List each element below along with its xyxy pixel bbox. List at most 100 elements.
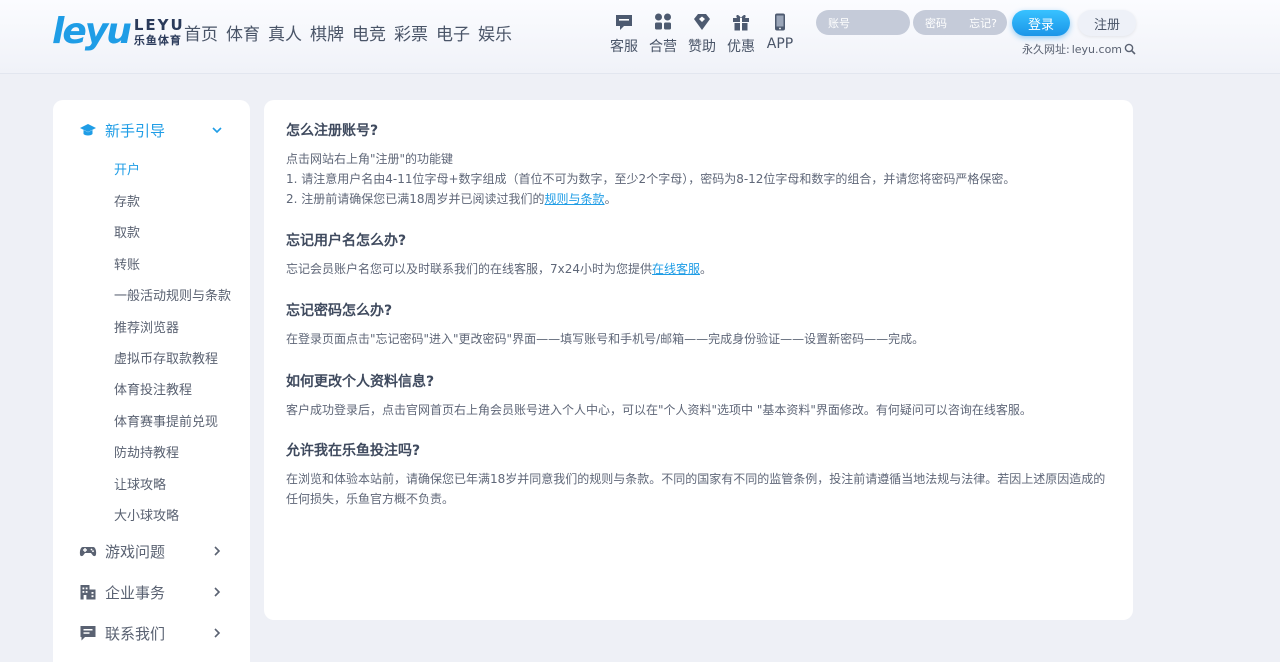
permanent-url-value[interactable]: leyu.com (1072, 43, 1122, 56)
chevron-right-icon (214, 587, 221, 597)
faq-question: 忘记用户名怎么办? (286, 233, 407, 249)
username-placeholder: 账号 (828, 16, 850, 30)
permanent-url-label: 永久网址: (1022, 43, 1070, 56)
message-icon (80, 626, 96, 641)
diamond-icon (694, 14, 710, 30)
logo-cn: 乐鱼体育 (133, 34, 182, 47)
username-input[interactable]: 账号 (816, 10, 910, 35)
guide-item-cash-out[interactable]: 体育赛事提前兑现 (114, 411, 218, 430)
guide-item-crypto[interactable]: 虚拟币存取款教程 (114, 348, 218, 367)
faq-question: 忘记密码怎么办? (286, 303, 393, 319)
nav-item-lottery[interactable]: 彩票 (394, 20, 428, 45)
help-sidebar: 新手引导 开户 存款 取款 转账 一般活动规则与条款 推荐浏览器 虚拟币存取款教… (53, 100, 250, 662)
faq-item-allowed-to-bet: 允许我在乐鱼投注吗? 在浏览和体验本站前，请确保您已年满18岁并同意我们的规则与… (286, 441, 1116, 509)
faq-answer-line: 2. 注册前请确保您已满18周岁并已阅读过我们的规则与条款。 (286, 189, 1116, 209)
faq-question: 如何更改个人资料信息? (286, 374, 435, 390)
faq-answer-line: 客户成功登录后，点击官网首页右上角会员账号进入个人中心，可以在"个人资料"选项中… (286, 403, 1032, 417)
guide-item-over-under[interactable]: 大小球攻略 (114, 505, 179, 524)
guide-item-browsers[interactable]: 推荐浏览器 (114, 317, 179, 336)
register-button[interactable]: 注册 (1078, 10, 1136, 36)
tool-support[interactable]: 客服 (604, 12, 644, 56)
faq-answer-suffix: 。 (604, 192, 617, 206)
tool-app[interactable]: APP (760, 12, 800, 56)
nav-item-entertainment[interactable]: 娱乐 (478, 20, 512, 45)
chevron-down-icon (212, 127, 222, 134)
tool-label: 优惠 (727, 39, 755, 55)
faq-answer: 在浏览和体验本站前，请确保您已年满18岁并同意我们的规则与条款。不同的国家有不同… (286, 469, 1116, 509)
login-button[interactable]: 登录 (1012, 10, 1070, 36)
nav-item-slots[interactable]: 电子 (436, 20, 470, 45)
guide-item-handicap[interactable]: 让球攻略 (114, 474, 166, 493)
main-nav: 首页 体育 真人 棋牌 电竞 彩票 电子 娱乐 (184, 20, 520, 45)
top-header: leyu LEYU 乐鱼体育 首页 体育 真人 棋牌 电竞 彩票 电子 娱乐 客… (0, 0, 1280, 74)
faq-answer-text: 忘记会员账户名您可以及时联系我们的在线客服，7x24小时为您提供 (286, 262, 653, 276)
chat-icon (616, 15, 632, 30)
tool-label: 赞助 (688, 39, 716, 55)
nav-item-live[interactable]: 真人 (268, 20, 302, 45)
category-label: 企业事务 (105, 583, 166, 602)
graduation-cap-icon (80, 124, 96, 136)
tool-promotions[interactable]: 优惠 (721, 12, 761, 56)
faq-answer: 忘记会员账户名您可以及时联系我们的在线客服，7x24小时为您提供在线客服。 (286, 259, 1116, 279)
faq-item-register: 怎么注册账号? 点击网站右上角"注册"的功能键 1. 请注意用户名由4-11位字… (286, 121, 1116, 209)
category-label: 新手引导 (105, 121, 166, 140)
password-input[interactable]: 密码 忘记? (913, 10, 1007, 35)
guide-item-activity-rules[interactable]: 一般活动规则与条款 (114, 285, 231, 304)
faq-answer-text: 2. 注册前请确保您已满18周岁并已阅读过我们的 (286, 192, 545, 206)
grid-icon (655, 13, 671, 30)
faq-answer-line: 忘记会员账户名您可以及时联系我们的在线客服，7x24小时为您提供在线客服。 (286, 259, 1116, 279)
tool-partner[interactable]: 合营 (643, 12, 683, 56)
nav-item-sports[interactable]: 体育 (226, 20, 260, 45)
category-label: 联系我们 (105, 624, 166, 643)
logo-en: LEYU (133, 16, 185, 34)
logo-wordmark: leyu (52, 11, 132, 52)
faq-question: 允许我在乐鱼投注吗? (286, 443, 421, 459)
category-beginner-guide[interactable]: 新手引导 (53, 118, 250, 142)
logo-subtitle: LEYU 乐鱼体育 (133, 16, 185, 47)
search-icon[interactable] (1124, 43, 1136, 55)
chevron-right-icon (214, 546, 221, 556)
guide-item-sports-betting[interactable]: 体育投注教程 (114, 379, 192, 398)
category-corporate-affairs[interactable]: 企业事务 (53, 580, 250, 604)
password-placeholder: 密码 (925, 16, 947, 30)
tool-label: 合营 (649, 39, 677, 55)
faq-content: 怎么注册账号? 点击网站右上角"注册"的功能键 1. 请注意用户名由4-11位字… (264, 100, 1133, 620)
nav-item-cards[interactable]: 棋牌 (310, 20, 344, 45)
gift-icon (733, 14, 749, 31)
header-tools: 客服 合营 赞助 优惠 APP (604, 12, 799, 56)
faq-item-forgot-username: 忘记用户名怎么办? 忘记会员账户名您可以及时联系我们的在线客服，7x24小时为您… (286, 231, 1116, 279)
guide-item-open-account[interactable]: 开户 (114, 159, 140, 178)
guide-item-anti-hijack[interactable]: 防劫持教程 (114, 442, 179, 461)
category-label: 游戏问题 (105, 542, 166, 561)
brand-logo[interactable]: leyu LEYU 乐鱼体育 (52, 12, 185, 52)
faq-question: 怎么注册账号? (286, 123, 379, 139)
faq-answer: 在登录页面点击"忘记密码"进入"更改密码"界面——填写账号和手机号/邮箱——完成… (286, 329, 1116, 349)
guide-item-transfer[interactable]: 转账 (114, 254, 140, 273)
faq-answer: 点击网站右上角"注册"的功能键 1. 请注意用户名由4-11位字母+数字组成（首… (286, 149, 1116, 209)
building-icon (80, 585, 96, 600)
nav-item-home[interactable]: 首页 (184, 20, 218, 45)
tool-sponsor[interactable]: 赞助 (682, 12, 722, 56)
chevron-right-icon (214, 628, 221, 638)
faq-answer-line: 在登录页面点击"忘记密码"进入"更改密码"界面——填写账号和手机号/邮箱——完成… (286, 332, 925, 346)
tool-label: APP (766, 36, 794, 52)
faq-answer: 客户成功登录后，点击官网首页右上角会员账号进入个人中心，可以在"个人资料"选项中… (286, 400, 1116, 420)
tool-label: 客服 (610, 39, 638, 55)
faq-answer-line: 在浏览和体验本站前，请确保您已年满18岁并同意我们的规则与条款。不同的国家有不同… (286, 472, 1106, 506)
guide-item-withdraw[interactable]: 取款 (114, 222, 140, 241)
permanent-url: 永久网址: leyu.com (1022, 41, 1136, 57)
guide-item-deposit[interactable]: 存款 (114, 191, 140, 210)
faq-item-edit-profile: 如何更改个人资料信息? 客户成功登录后，点击官网首页右上角会员账号进入个人中心，… (286, 372, 1116, 420)
faq-answer-line: 1. 请注意用户名由4-11位字母+数字组成（首位不可为数字，至少2个字母），密… (286, 172, 1016, 186)
faq-item-forgot-password: 忘记密码怎么办? 在登录页面点击"忘记密码"进入"更改密码"界面——填写账号和手… (286, 301, 1116, 349)
forgot-password-link[interactable]: 忘记? (969, 15, 997, 31)
category-contact-us[interactable]: 联系我们 (53, 621, 250, 645)
nav-item-esports[interactable]: 电竞 (352, 20, 386, 45)
phone-icon (775, 13, 785, 31)
category-game-issues[interactable]: 游戏问题 (53, 539, 250, 563)
faq-answer-line: 点击网站右上角"注册"的功能键 (286, 152, 454, 166)
rules-terms-link[interactable]: 规则与条款 (545, 192, 605, 206)
gamepad-icon (79, 547, 97, 557)
online-support-link[interactable]: 在线客服 (652, 262, 700, 276)
faq-answer-suffix: 。 (700, 262, 713, 276)
